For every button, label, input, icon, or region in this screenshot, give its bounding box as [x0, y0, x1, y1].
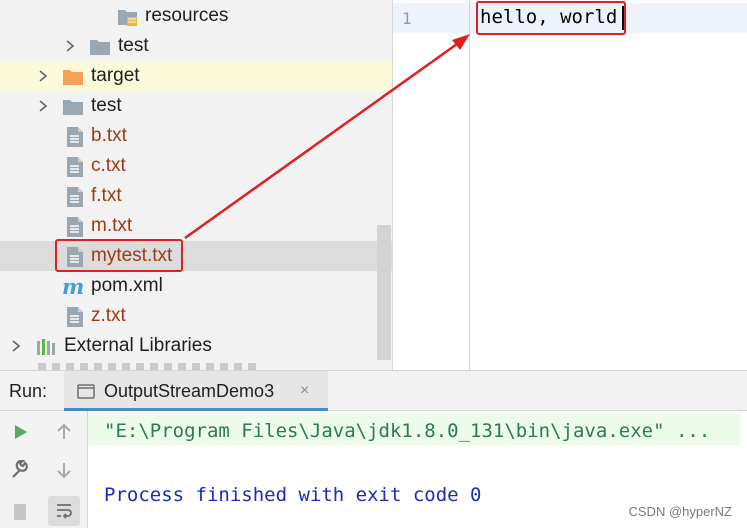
gutter-divider [469, 0, 470, 370]
tree-item-label: z.txt [91, 305, 126, 326]
tree-item-label: f.txt [91, 185, 122, 206]
run-toolbar [0, 411, 88, 528]
tree-item-pom-xml[interactable]: m pom.xml [0, 271, 393, 301]
tree-item-label: External Libraries [64, 335, 212, 356]
run-panel-title: Run: [9, 381, 48, 401]
svg-text:m: m [62, 276, 84, 298]
text-file-icon [64, 156, 86, 178]
folder-icon [89, 36, 111, 58]
tree-item-label: pom.xml [91, 275, 163, 296]
arrow-up-icon[interactable] [50, 418, 78, 446]
folder-icon [62, 96, 84, 118]
rerun-icon[interactable] [6, 418, 34, 446]
tree-item-resources[interactable]: resources [0, 1, 393, 31]
wrench-icon[interactable] [6, 456, 34, 484]
maven-icon: m [62, 274, 84, 299]
tree-item-m-txt[interactable]: m.txt [0, 211, 393, 241]
text-file-icon [64, 306, 86, 328]
text-file-icon [64, 186, 86, 208]
annotation-box-code [476, 1, 626, 35]
chevron-right-icon[interactable] [36, 69, 50, 83]
run-panel: Run: OutputStreamDemo3 × "E:\Program Fil… [0, 370, 747, 528]
tree-item-test-sub[interactable]: test [0, 31, 393, 61]
tree-scrollbar[interactable] [377, 225, 391, 360]
console-icon [76, 381, 96, 401]
tree-item-external-libraries[interactable]: External Libraries [0, 331, 393, 361]
chevron-right-icon[interactable] [36, 99, 50, 113]
tree-item-test[interactable]: test [0, 91, 393, 121]
process-finished-text: Process finished with exit code 0 [104, 484, 482, 506]
tree-item-label: resources [145, 5, 229, 26]
tree-item-label: m.txt [91, 215, 133, 236]
watermark: CSDN @hyperNZ [628, 504, 733, 519]
line-number: 1 [402, 9, 412, 28]
libraries-icon [35, 336, 57, 358]
command-text: "E:\Program Files\Java\jdk1.8.0_131\bin\… [104, 420, 711, 442]
tree-item-label: target [91, 65, 140, 86]
tree-item-label: test [91, 95, 122, 116]
run-tab-output-stream-demo3[interactable]: OutputStreamDemo3 × [64, 371, 328, 411]
tree-item-label: c.txt [91, 155, 126, 176]
tree-item-b-txt[interactable]: b.txt [0, 121, 393, 151]
text-file-icon [64, 126, 86, 148]
text-file-icon [64, 216, 86, 238]
tree-item-z-txt[interactable]: z.txt [0, 301, 393, 331]
tree-item-label: test [118, 35, 149, 56]
partial-tree-row [38, 363, 258, 370]
stop-icon[interactable] [6, 496, 34, 524]
tree-item-target[interactable]: target [0, 61, 393, 91]
chevron-right-icon[interactable] [63, 39, 77, 53]
arrow-down-icon[interactable] [50, 456, 78, 484]
run-tab-label: OutputStreamDemo3 [104, 381, 275, 401]
run-panel-header: Run: OutputStreamDemo3 × [0, 370, 747, 411]
annotation-box-mytest [55, 239, 183, 272]
tree-item-f-txt[interactable]: f.txt [0, 181, 393, 211]
excluded-folder-icon [62, 66, 84, 88]
tree-item-label: b.txt [91, 125, 127, 146]
project-tree: resources test target test b.txt c.txt f… [0, 0, 393, 370]
resources-folder-icon [117, 6, 139, 28]
soft-wrap-icon[interactable] [48, 496, 80, 526]
chevron-right-icon[interactable] [9, 339, 23, 353]
tree-item-c-txt[interactable]: c.txt [0, 151, 393, 181]
close-icon[interactable]: × [300, 382, 309, 400]
editor[interactable]: 1 hello, world [393, 0, 747, 370]
console-command-line: "E:\Program Files\Java\jdk1.8.0_131\bin\… [88, 413, 741, 445]
